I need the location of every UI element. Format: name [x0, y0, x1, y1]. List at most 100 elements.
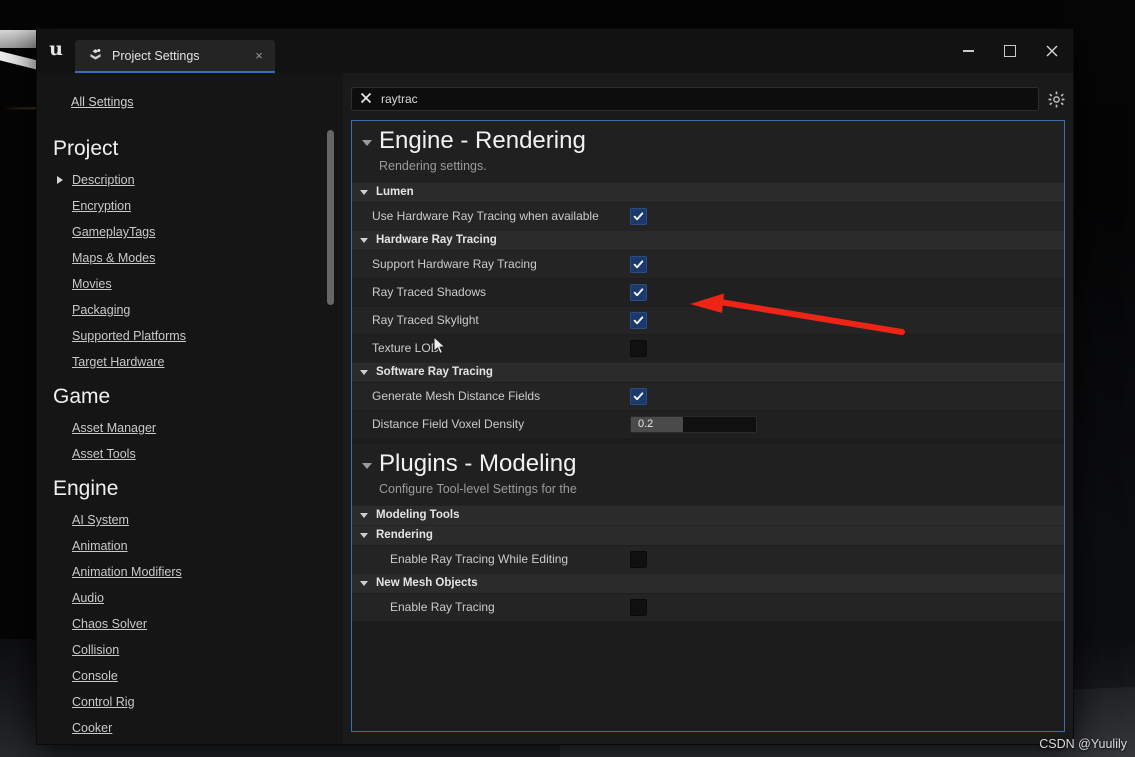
sidebar-item-label: Cooker: [72, 721, 113, 735]
chevron-down-icon: [360, 532, 368, 538]
sidebar-item-label: Target Hardware: [72, 355, 165, 369]
category-label: Lumen: [376, 186, 414, 199]
checkbox-support-hardware-ray-tracing[interactable]: [630, 255, 647, 273]
chevron-down-icon: [360, 237, 368, 243]
property-label: Enable Ray Tracing While Editing: [390, 552, 569, 567]
category-row-lumen[interactable]: Lumen: [352, 181, 1064, 202]
window-maximize-button[interactable]: [989, 29, 1031, 73]
property-label: Use Hardware Ray Tracing when available: [372, 209, 599, 224]
sidebar-item-asset-manager[interactable]: Asset Manager: [37, 415, 343, 441]
property-label: Support Hardware Ray Tracing: [372, 257, 537, 272]
property-label: Texture LOD: [372, 341, 440, 356]
property-label: Distance Field Voxel Density: [372, 417, 525, 432]
section-title: Engine - Rendering: [379, 127, 586, 154]
category-label: Hardware Ray Tracing: [376, 234, 497, 247]
window-minimize-button[interactable]: [947, 29, 989, 73]
sidebar-item-label: Description: [72, 173, 135, 187]
sidebar-group-title-project: Project: [53, 137, 119, 160]
category-row-new-mesh-objects[interactable]: New Mesh Objects: [352, 572, 1064, 593]
sidebar-item-cooker[interactable]: Cooker: [37, 715, 343, 741]
chevron-down-icon: [362, 140, 372, 146]
category-row-rendering[interactable]: Rendering: [352, 524, 1064, 545]
checkbox-enable-ray-tracing-while-editing[interactable]: [630, 550, 647, 568]
category-label: Rendering: [376, 529, 433, 542]
property-control: [630, 387, 1064, 405]
sidebar-item-label: Packaging: [72, 303, 131, 317]
sidebar-item-packaging[interactable]: Packaging: [37, 297, 343, 323]
settings-sidebar: All Settings Project Description Encrypt…: [37, 73, 343, 744]
sidebar-item-movies[interactable]: Movies: [37, 271, 343, 297]
sidebar-item-animation-modifiers[interactable]: Animation Modifiers: [37, 559, 343, 585]
tab-project-settings[interactable]: Project Settings ×: [75, 40, 275, 73]
checkbox-enable-ray-tracing[interactable]: [630, 598, 647, 616]
sidebar-item-chaos-solver[interactable]: Chaos Solver: [37, 611, 343, 637]
section-title: Plugins - Modeling: [379, 449, 577, 477]
sidebar-item-all-settings[interactable]: All Settings: [71, 95, 134, 109]
section-subtitle: Configure Tool-level Settings for the: [352, 478, 1064, 505]
checkbox-ray-traced-skylight[interactable]: [630, 311, 647, 329]
section-header-engine-rendering[interactable]: Engine - Rendering: [352, 121, 1064, 156]
table-row[interactable]: Ray Traced Shadows: [352, 277, 1064, 306]
checkbox-texture-lod[interactable]: [630, 339, 647, 357]
sidebar-item-description[interactable]: Description: [37, 167, 343, 193]
sidebar-item-ai-system[interactable]: AI System: [37, 507, 343, 533]
sidebar-item-audio[interactable]: Audio: [37, 585, 343, 611]
category-row-software-ray-tracing[interactable]: Software Ray Tracing: [352, 361, 1064, 382]
window-close-button[interactable]: [1031, 29, 1073, 73]
sidebar-item-label: AI System: [72, 513, 129, 527]
category-label: Software Ray Tracing: [376, 366, 493, 379]
screenshot-root: u Project Settings × All Settings Projec…: [0, 0, 1135, 757]
category-row-modeling-tools[interactable]: Modeling Tools: [352, 504, 1064, 525]
project-settings-window: u Project Settings × All Settings Projec…: [36, 28, 1074, 745]
sidebar-item-supported-platforms[interactable]: Supported Platforms: [37, 323, 343, 349]
table-row[interactable]: Generate Mesh Distance Fields: [352, 381, 1064, 410]
slider-value: 0.2: [638, 418, 654, 431]
sidebar-item-label: Chaos Solver: [72, 617, 148, 631]
section-subtitle: Rendering settings.: [352, 155, 1064, 182]
sidebar-item-animation[interactable]: Animation: [37, 533, 343, 559]
settings-panel: Engine - Rendering Rendering settings. L…: [351, 120, 1065, 732]
sidebar-item-asset-tools[interactable]: Asset Tools: [37, 441, 343, 467]
sidebar-item-label: Encryption: [72, 199, 132, 213]
sidebar-item-label: Asset Manager: [72, 421, 157, 435]
checkbox-use-hardware-ray-tracing-when-available[interactable]: [630, 207, 647, 225]
section-header-plugins-modeling[interactable]: Plugins - Modeling: [352, 443, 1064, 479]
watermark-text: CSDN @Yuulily: [1039, 737, 1127, 751]
sidebar-item-gameplaytags[interactable]: GameplayTags: [37, 219, 343, 245]
sidebar-item-maps-and-modes[interactable]: Maps & Modes: [37, 245, 343, 271]
sidebar-item-collision[interactable]: Collision: [37, 637, 343, 663]
property-control: [630, 598, 1064, 616]
tab-close-icon[interactable]: ×: [251, 48, 267, 63]
table-row[interactable]: Enable Ray Tracing While Editing: [352, 544, 1064, 573]
checkbox-ray-traced-shadows[interactable]: [630, 283, 647, 301]
table-row[interactable]: Support Hardware Ray Tracing: [352, 249, 1064, 278]
svg-text:u: u: [49, 38, 63, 59]
category-label: New Mesh Objects: [376, 577, 478, 590]
sidebar-item-target-hardware[interactable]: Target Hardware: [37, 349, 343, 375]
checkbox-generate-mesh-distance-fields[interactable]: [630, 387, 647, 405]
sidebar-item-control-rig[interactable]: Control Rig: [37, 689, 343, 715]
search-input[interactable]: raytrac: [351, 87, 1039, 111]
sidebar-group-title-engine: Engine: [53, 477, 119, 500]
table-row[interactable]: Ray Traced Skylight: [352, 305, 1064, 334]
search-input-value: raytrac: [381, 92, 418, 106]
property-label: Enable Ray Tracing: [390, 600, 495, 615]
table-row[interactable]: Enable Ray Tracing: [352, 592, 1064, 621]
tab-label: Project Settings: [112, 48, 200, 63]
table-row[interactable]: Texture LOD: [352, 333, 1064, 362]
property-label: Ray Traced Skylight: [372, 313, 479, 328]
property-control: [630, 311, 1064, 329]
sidebar-item-console[interactable]: Console: [37, 663, 343, 689]
gear-icon[interactable]: [1047, 90, 1065, 108]
slider-distance-field-voxel-density[interactable]: 0.2: [630, 415, 757, 433]
chevron-down-icon: [362, 462, 372, 469]
table-row[interactable]: Use Hardware Ray Tracing when available: [352, 201, 1064, 230]
sidebar-item-label: Movies: [72, 277, 112, 291]
close-x-icon[interactable]: [360, 92, 372, 106]
sidebar-scrollbar-thumb[interactable]: [327, 130, 334, 305]
sidebar-item-label: GameplayTags: [72, 225, 156, 239]
category-row-hardware-ray-tracing[interactable]: Hardware Ray Tracing: [352, 229, 1064, 250]
sidebar-item-label: Audio: [72, 591, 104, 605]
sidebar-item-encryption[interactable]: Encryption: [37, 193, 343, 219]
table-row[interactable]: Distance Field Voxel Density 0.2: [352, 409, 1064, 438]
